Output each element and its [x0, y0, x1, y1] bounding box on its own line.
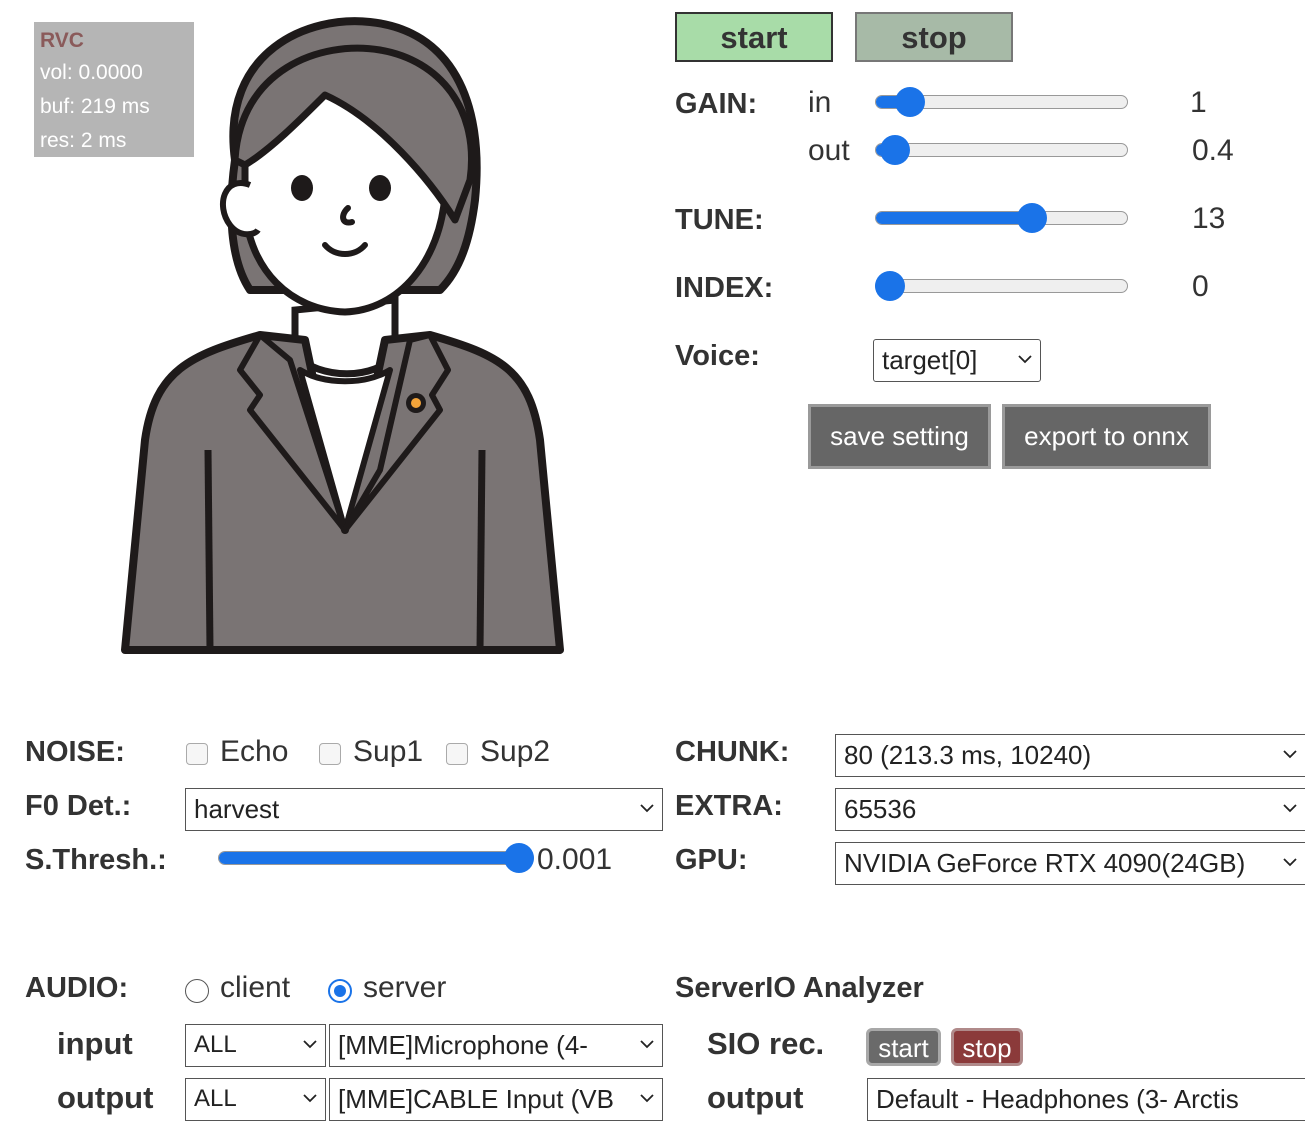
chevron-down-icon	[1283, 843, 1297, 867]
extra-value: 65536	[844, 794, 917, 824]
audio-server-label: server	[363, 971, 447, 1004]
input-device-select[interactable]: [MME]Microphone (4-	[329, 1024, 663, 1067]
sup2-label: Sup2	[480, 735, 551, 768]
slider-thumb[interactable]	[1016, 203, 1047, 233]
f0-detector-select[interactable]: harvest	[185, 788, 663, 831]
stats-response: res: 2 ms	[40, 129, 127, 152]
analyzer-title: ServerIO Analyzer	[675, 972, 924, 1004]
analyzer-output-select[interactable]: Default - Headphones (3- Arctis	[867, 1078, 1305, 1121]
chevron-down-icon	[1018, 340, 1032, 364]
sio-start-button[interactable]: start	[866, 1028, 941, 1066]
slider-thumb[interactable]	[895, 87, 926, 117]
stats-volume: vol: 0.0000	[40, 61, 143, 84]
analyzer-output-value: Default - Headphones (3- Arctis	[876, 1084, 1239, 1114]
gain-out-label: out	[808, 134, 850, 167]
chevron-down-icon	[303, 1025, 317, 1049]
chevron-down-icon	[1283, 735, 1297, 759]
export-onnx-button[interactable]: export to onnx	[1002, 404, 1211, 469]
audio-input-label: input	[57, 1026, 133, 1061]
stats-panel: RVC vol: 0.0000 buf: 219 ms res: 2 ms	[34, 22, 194, 157]
audio-output-label: output	[57, 1080, 154, 1115]
output-device-value: [MME]CABLE Input (VB	[338, 1084, 614, 1114]
chevron-down-icon	[1283, 789, 1297, 813]
extra-label: EXTRA:	[675, 790, 783, 822]
tune-value: 13	[1192, 202, 1226, 235]
slider-thumb[interactable]	[875, 271, 905, 301]
analyzer-output-label: output	[707, 1080, 804, 1115]
voice-select-value: target[0]	[882, 345, 978, 375]
gain-out-slider[interactable]	[875, 135, 1128, 165]
input-filter-select[interactable]: ALL	[185, 1024, 326, 1067]
input-filter-value: ALL	[194, 1031, 237, 1058]
f0-detector-value: harvest	[194, 794, 280, 824]
silence-threshold-value: 0.001	[537, 843, 613, 876]
tune-slider[interactable]	[875, 203, 1128, 233]
output-filter-value: ALL	[194, 1085, 237, 1112]
gpu-value: NVIDIA GeForce RTX 4090(24GB)	[844, 848, 1246, 878]
audio-label: AUDIO:	[25, 972, 129, 1004]
sup1-label: Sup1	[353, 735, 424, 768]
silence-threshold-label: S.Thresh.:	[25, 844, 167, 876]
output-device-select[interactable]: [MME]CABLE Input (VB	[329, 1078, 663, 1121]
slider-thumb[interactable]	[880, 135, 911, 165]
echo-checkbox[interactable]	[186, 743, 208, 765]
chevron-down-icon	[640, 789, 654, 813]
echo-label: Echo	[220, 735, 289, 768]
input-device-value: [MME]Microphone (4-	[338, 1030, 588, 1060]
output-filter-select[interactable]: ALL	[185, 1078, 326, 1121]
stats-buffer: buf: 219 ms	[40, 95, 150, 118]
index-slider[interactable]	[875, 271, 1128, 301]
voice-select[interactable]: target[0]	[873, 339, 1041, 382]
audio-client-radio[interactable]	[185, 979, 209, 1003]
noise-label: NOISE:	[25, 736, 125, 768]
slider-thumb[interactable]	[504, 843, 534, 873]
audio-client-label: client	[220, 971, 291, 1004]
index-label: INDEX:	[675, 272, 774, 304]
gain-in-label: in	[808, 86, 832, 119]
chevron-down-icon	[303, 1079, 317, 1103]
chevron-down-icon	[640, 1025, 654, 1049]
tune-label: TUNE:	[675, 204, 764, 236]
index-value: 0	[1192, 270, 1209, 303]
sup2-checkbox[interactable]	[446, 743, 468, 765]
chunk-select[interactable]: 80 (213.3 ms, 10240)	[835, 734, 1305, 777]
sio-stop-button[interactable]: stop	[951, 1028, 1023, 1066]
gain-in-slider[interactable]	[875, 87, 1128, 117]
silence-threshold-slider[interactable]	[218, 843, 534, 873]
voice-label: Voice:	[675, 340, 760, 372]
stop-button[interactable]: stop	[855, 12, 1013, 62]
gain-label: GAIN:	[675, 88, 758, 120]
audio-server-radio[interactable]	[328, 979, 352, 1003]
extra-select[interactable]: 65536	[835, 788, 1305, 831]
gain-out-value: 0.4	[1192, 134, 1234, 167]
sup1-checkbox[interactable]	[319, 743, 341, 765]
chevron-down-icon	[640, 1079, 654, 1103]
chunk-label: CHUNK:	[675, 736, 790, 768]
gpu-label: GPU:	[675, 844, 748, 876]
start-button[interactable]: start	[675, 12, 833, 62]
f0-detector-label: F0 Det.:	[25, 790, 132, 822]
save-setting-button[interactable]: save setting	[808, 404, 991, 469]
gpu-select[interactable]: NVIDIA GeForce RTX 4090(24GB)	[835, 842, 1305, 885]
stats-title: RVC	[40, 29, 84, 52]
sio-rec-label: SIO rec.	[707, 1026, 825, 1061]
gain-in-value: 1	[1190, 86, 1207, 119]
chunk-value: 80 (213.3 ms, 10240)	[844, 740, 1092, 770]
